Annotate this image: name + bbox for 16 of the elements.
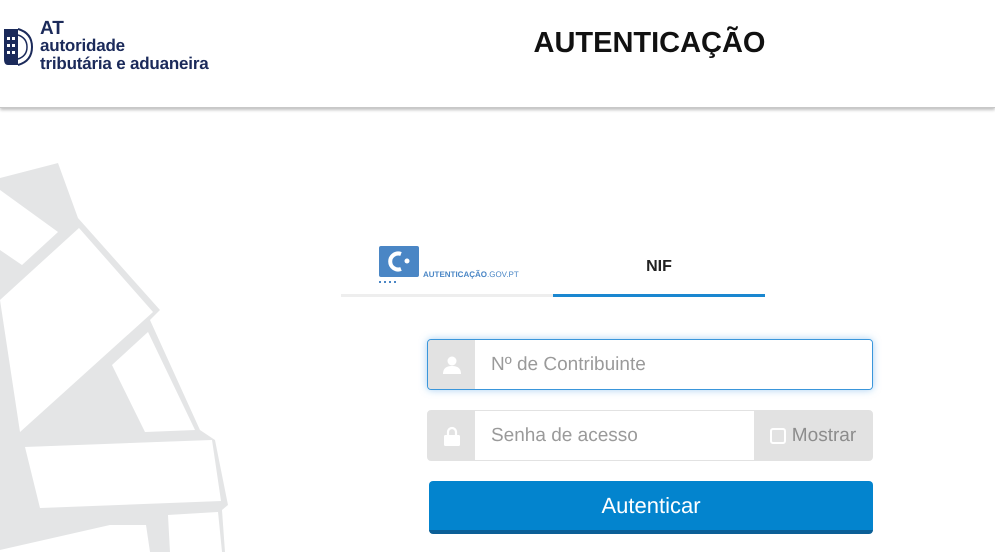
autenticacao-logo-icon [379, 246, 419, 284]
input-field[interactable]: Nº de Contribuinte [427, 339, 873, 390]
tab[interactable]: AUTENTICAÇÃO.GOV.PT [341, 239, 553, 297]
page-title: AUTENTICAÇÃO [534, 27, 766, 60]
logo-abbreviation: AT [40, 20, 64, 37]
logo-name-line: autoridade [40, 37, 126, 55]
input-field[interactable]: Senha de acesso Mostrar [427, 410, 873, 461]
shield-emblem-icon [4, 26, 34, 66]
lock-icon [444, 426, 460, 446]
tab[interactable]: NIF [553, 239, 765, 297]
user-icon [442, 356, 460, 374]
show-password-label: Mostrar [792, 424, 856, 446]
checkbox[interactable] [770, 428, 786, 444]
authenticate-button[interactable]: Autenticar [429, 481, 873, 534]
logo-name-line: tributária e aduaneira [40, 55, 208, 73]
tab-label: AUTENTICAÇÃO.GOV.PT [423, 270, 519, 279]
